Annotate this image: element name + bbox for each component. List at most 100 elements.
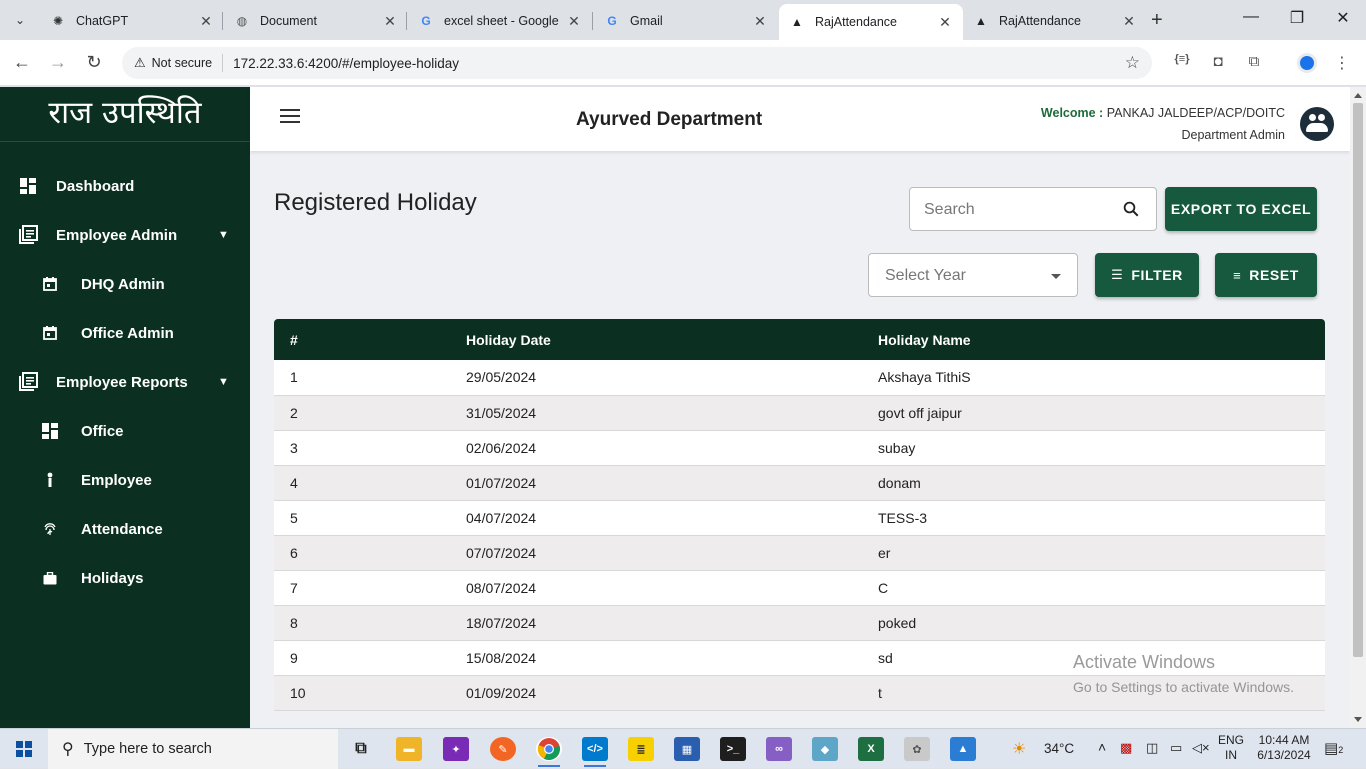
column-header-date[interactable]: Holiday Date (450, 319, 862, 360)
cell-holiday-date: 07/07/2024 (450, 535, 862, 571)
scroll-thumb[interactable] (1353, 103, 1363, 657)
reload-icon[interactable]: ↻ (84, 52, 104, 73)
table-row[interactable]: 7 08/07/2024 C (274, 570, 1325, 606)
terminal-icon[interactable]: >_ (720, 737, 746, 761)
more-menu-icon[interactable]: ⋮ (1332, 53, 1352, 73)
sidebar-item[interactable]: Dashboard (0, 166, 250, 206)
omnibox[interactable]: ⚠ Not secure 172.22.33.6:4200/#/employee… (122, 47, 1152, 79)
tab-close-icon[interactable]: ✕ (937, 14, 953, 31)
tray-app-icon[interactable]: ▩ (1120, 740, 1132, 756)
sidebar-item[interactable]: Employee (0, 460, 250, 500)
cell-holiday-name: donam (862, 465, 1325, 501)
weather-icon[interactable]: ☀ (1012, 739, 1026, 759)
chevron-down-icon[interactable]: ▼ (218, 376, 229, 388)
main-content: Registered Holiday EXPORT TO EXCEL Selec… (250, 151, 1350, 728)
column-header-name[interactable]: Holiday Name (862, 319, 1325, 360)
clock[interactable]: 10:44 AM 6/13/2024 (1254, 733, 1314, 763)
vscode-icon[interactable]: </> (582, 737, 608, 767)
restore-icon[interactable]: ❐ (1287, 8, 1307, 28)
brand-logo[interactable]: राज उपस्थिति (0, 87, 250, 142)
forward-icon[interactable]: → (48, 52, 68, 73)
app-icon-purple[interactable]: ✦ (443, 737, 469, 761)
hamburger-menu-icon[interactable] (280, 109, 300, 125)
department-title: Ayurved Department (576, 109, 763, 130)
filter-button[interactable]: ☰ FILTER (1095, 253, 1199, 297)
search-icon[interactable] (1122, 200, 1140, 218)
table-row[interactable]: 6 07/07/2024 er (274, 535, 1325, 571)
tab-close-icon[interactable]: ✕ (752, 13, 768, 30)
table-header-row: # Holiday Date Holiday Name (274, 319, 1325, 360)
sidebar-item[interactable]: Office (0, 411, 250, 451)
search-input[interactable] (924, 198, 1114, 222)
camera-icon[interactable]: ◘ (1208, 53, 1228, 70)
export-to-excel-button[interactable]: EXPORT TO EXCEL (1165, 187, 1317, 231)
reset-button[interactable]: ≡ RESET (1215, 253, 1317, 297)
table-row[interactable]: 5 04/07/2024 TESS-3 (274, 500, 1325, 536)
windows-start-icon[interactable] (16, 741, 32, 757)
sidebar-item[interactable]: Holidays (0, 558, 250, 598)
task-view-icon[interactable]: ⧉ (348, 737, 374, 761)
tab-close-icon[interactable]: ✕ (566, 13, 582, 30)
search-field[interactable] (909, 187, 1157, 231)
cell-holiday-date: 29/05/2024 (450, 360, 862, 396)
close-window-icon[interactable]: ✕ (1333, 8, 1353, 28)
scroll-up-arrow-icon[interactable] (1354, 93, 1362, 98)
page-scrollbar[interactable] (1350, 87, 1366, 728)
table-row[interactable]: 4 01/07/2024 donam (274, 465, 1325, 501)
column-header-index[interactable]: # (274, 319, 450, 360)
network-icon[interactable]: ▭ (1170, 740, 1182, 756)
app-icon-teal[interactable]: ◆ (812, 737, 838, 761)
puzzle-icon[interactable]: ⧉ (1244, 53, 1264, 70)
sidebar-item[interactable]: Employee Admin ▼ (0, 215, 250, 255)
url-text[interactable]: 172.22.33.6:4200/#/employee-holiday (233, 56, 459, 71)
visual-studio-icon[interactable]: ∞ (766, 737, 792, 761)
chrome-icon[interactable] (536, 737, 562, 767)
browser-tab[interactable]: ▲ RajAttendance ✕ (963, 6, 1147, 36)
table-row[interactable]: 1 29/05/2024 Akshaya TithiS (274, 360, 1325, 396)
excel-icon[interactable]: X (858, 737, 884, 761)
tab-close-icon[interactable]: ✕ (198, 13, 214, 30)
file-explorer-icon[interactable]: ▬ (396, 737, 422, 761)
scroll-down-arrow-icon[interactable] (1354, 717, 1362, 722)
table-row[interactable]: 8 18/07/2024 poked (274, 605, 1325, 641)
sidebar-item[interactable]: Office Admin (0, 313, 250, 353)
sidebar-item-label: Attendance (81, 520, 163, 538)
browser-tab[interactable]: G Gmail ✕ (594, 6, 778, 36)
browser-tab[interactable]: Gexcel sheet - Google ✕ (408, 6, 592, 36)
photos-icon[interactable]: ▲ (950, 737, 976, 761)
volume-muted-icon[interactable]: ◁× (1192, 740, 1210, 756)
browser-tab[interactable]: ✺ ChatGPT ✕ (40, 6, 224, 36)
tray-camera-icon[interactable]: ◫ (1146, 740, 1158, 756)
profile-avatar[interactable] (1297, 53, 1317, 73)
sidebar-item[interactable]: DHQ Admin (0, 264, 250, 304)
table-row[interactable]: 3 02/06/2024 subay (274, 430, 1325, 466)
app-icon-blue[interactable]: ▦ (674, 737, 700, 761)
sidebar-item[interactable]: Attendance (0, 509, 250, 549)
extension-icon[interactable]: {≡} (1172, 53, 1192, 65)
tab-close-icon[interactable]: ✕ (1121, 13, 1137, 30)
notification-icon[interactable]: ▤2 (1324, 739, 1343, 757)
library-books-icon (18, 225, 38, 245)
weather-temp[interactable]: 34°C (1044, 741, 1074, 756)
back-icon[interactable]: ← (12, 52, 32, 73)
new-tab-button[interactable]: + (1151, 9, 1163, 32)
browser-tab[interactable]: ▲ RajAttendance ✕ (779, 4, 963, 40)
minimize-icon[interactable]: — (1241, 8, 1261, 26)
browser-tab[interactable]: ◍ Document ✕ (224, 6, 408, 36)
table-row[interactable]: 2 31/05/2024 govt off jaipur (274, 395, 1325, 431)
postman-icon[interactable]: ✎ (490, 737, 516, 761)
tab-search-icon[interactable]: ⌄ (10, 10, 30, 30)
bookmark-star-icon[interactable]: ☆ (1125, 53, 1140, 73)
sidebar-item[interactable]: Employee Reports ▼ (0, 362, 250, 402)
tray-chevron-icon[interactable]: ˄ (1098, 739, 1106, 755)
select-year-dropdown[interactable]: Select Year (868, 253, 1078, 297)
security-label[interactable]: Not secure (152, 56, 212, 70)
language-indicator[interactable]: ENG IN (1218, 733, 1244, 763)
chevron-down-icon[interactable]: ▼ (218, 229, 229, 241)
notes-icon[interactable]: ≣ (628, 737, 654, 761)
taskbar-search[interactable]: ⚲ Type here to search (48, 729, 338, 769)
cell-holiday-date: 01/09/2024 (450, 675, 862, 711)
paint-icon[interactable]: ✿ (904, 737, 930, 761)
user-avatar-icon[interactable] (1300, 107, 1334, 141)
tab-close-icon[interactable]: ✕ (382, 13, 398, 30)
